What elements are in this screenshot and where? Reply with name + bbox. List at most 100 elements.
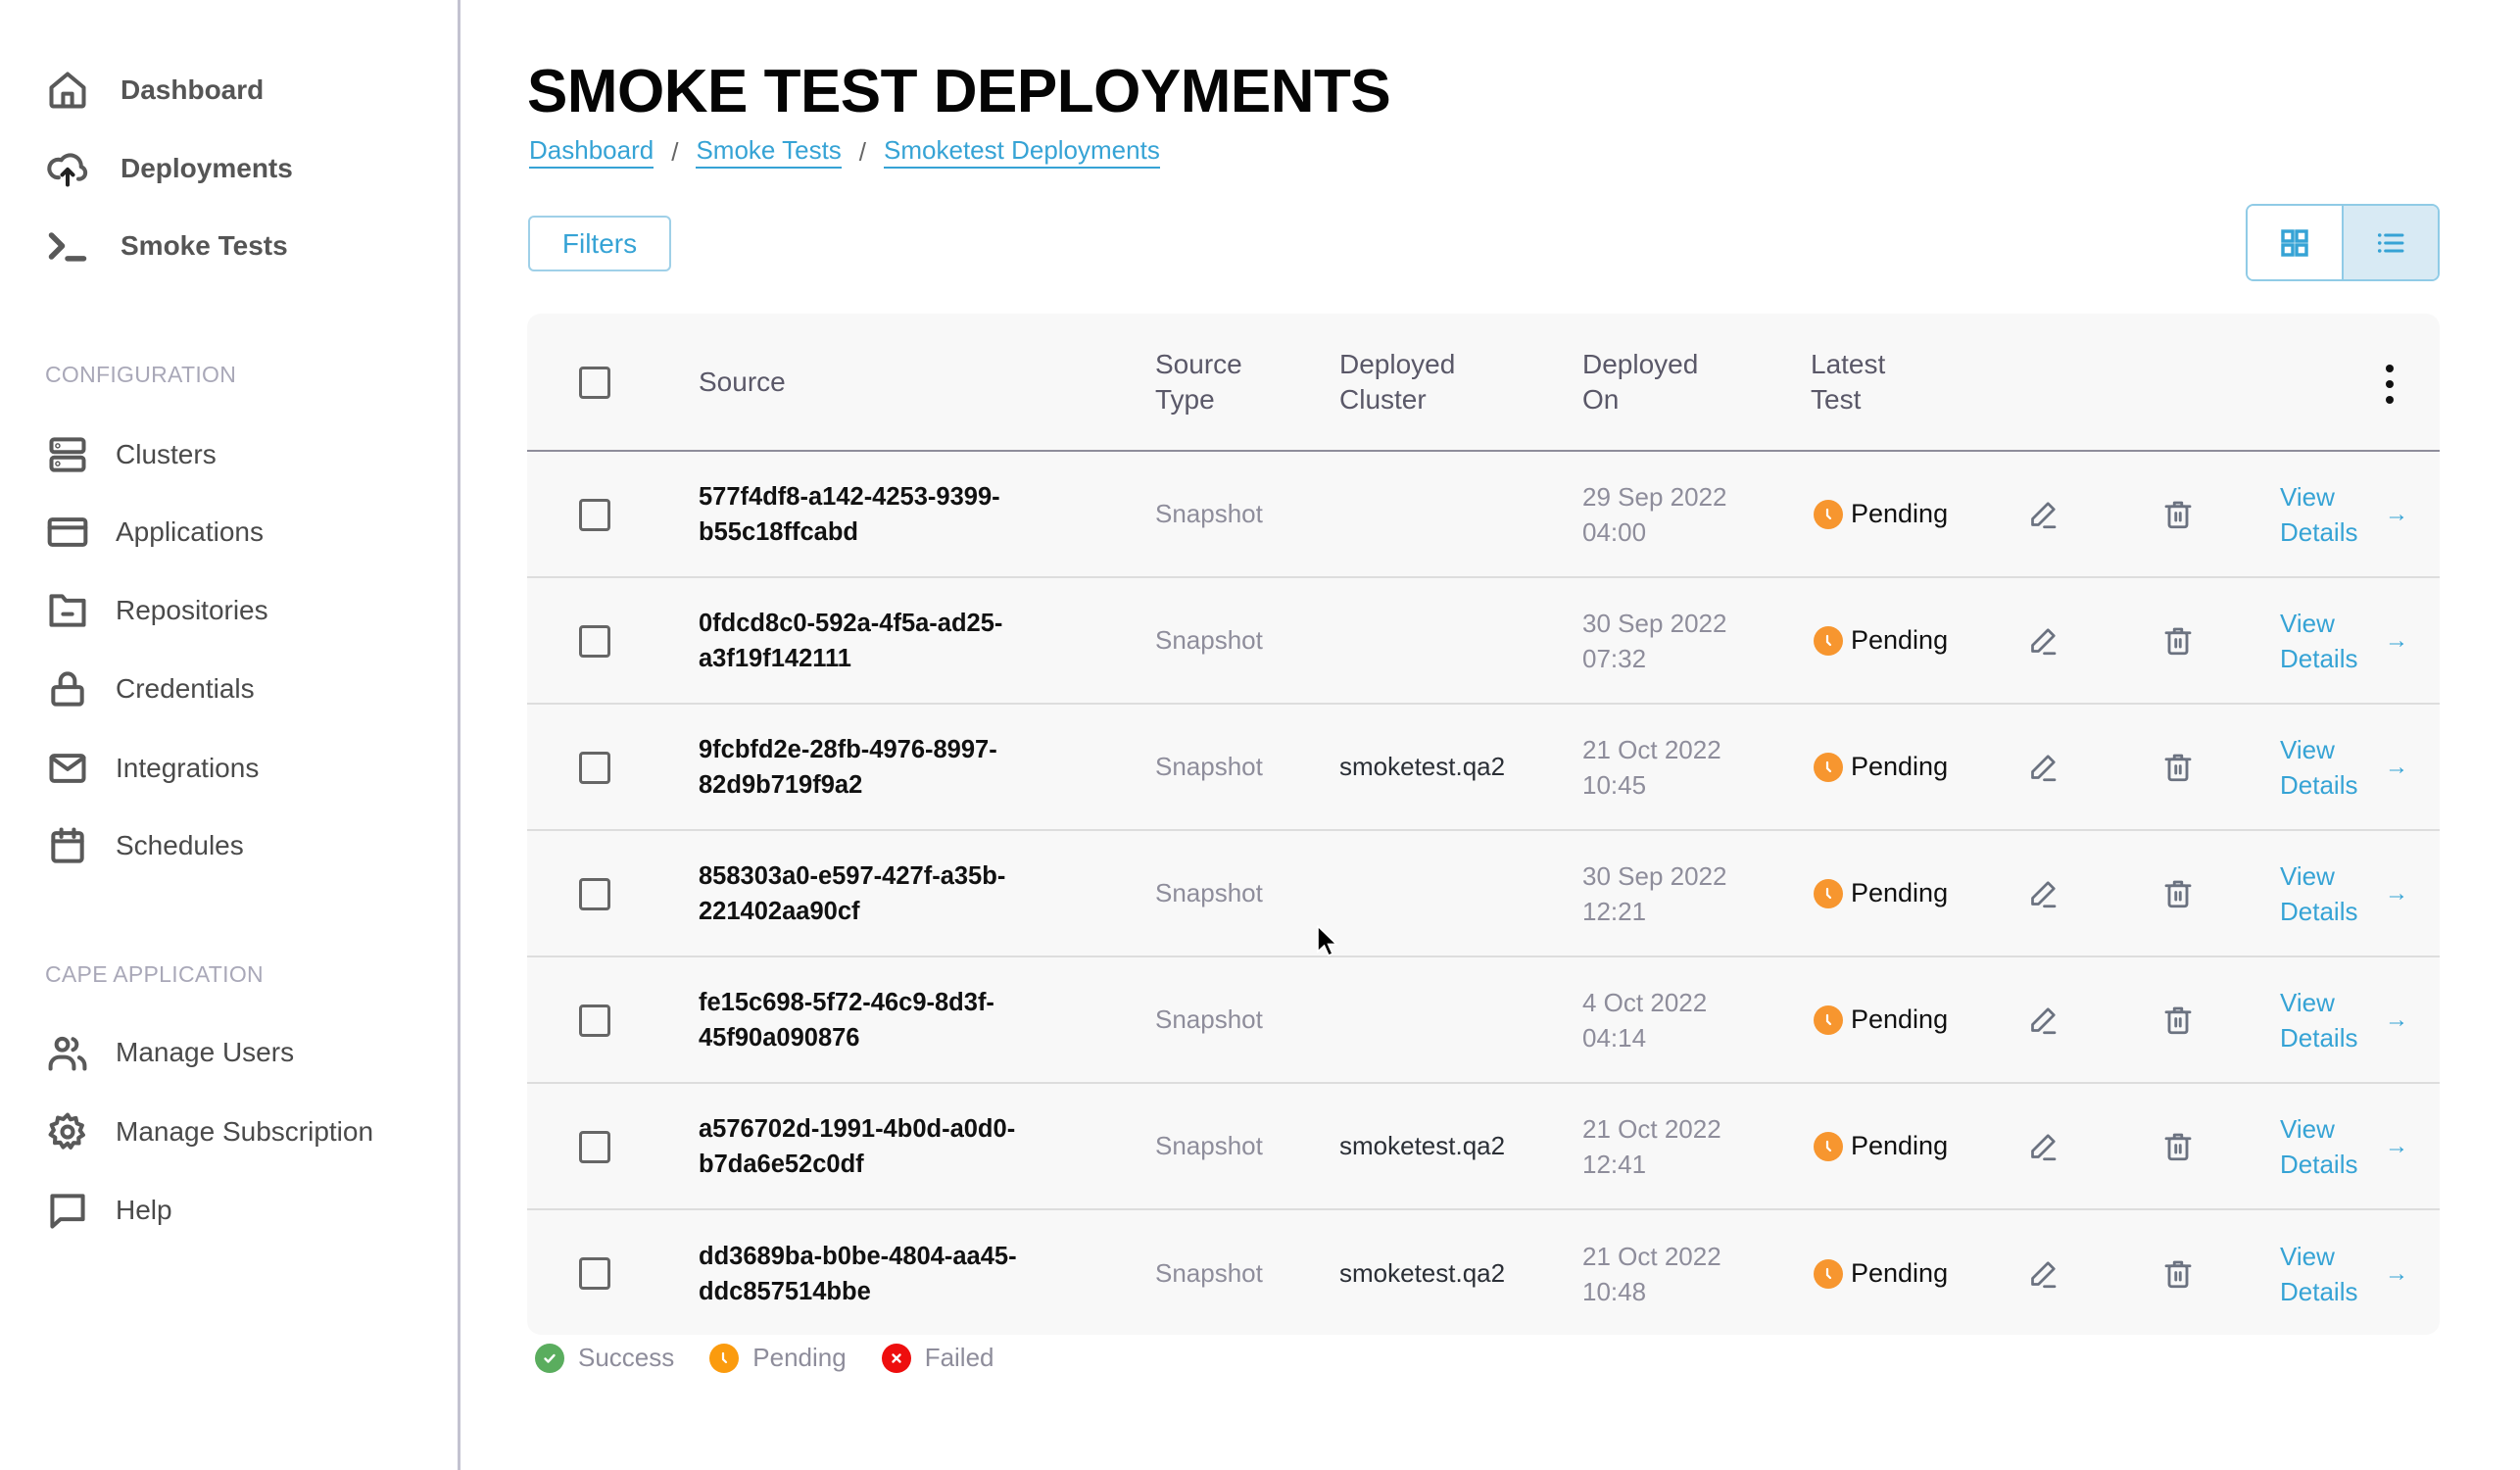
pencil-icon [2031,880,2057,907]
sidebar-item-help[interactable]: Help [45,1183,172,1238]
row-checkbox[interactable] [579,752,610,784]
view-details-line: View [2280,481,2335,512]
mouse-cursor-icon [1317,925,1338,957]
arrow-right-icon[interactable]: → [2385,1084,2408,1208]
sidebar-item-clusters[interactable]: Clusters [45,427,217,482]
delete-button[interactable] [2157,452,2199,576]
edit-button[interactable] [2022,452,2063,576]
row-checkbox[interactable] [579,1004,610,1037]
edit-button[interactable] [2022,957,2063,1082]
arrow-right-icon[interactable]: → [2385,578,2408,703]
source-id-line: 221402aa90cf [699,897,860,925]
view-details-link[interactable]: View Details [2280,831,2357,956]
source-id[interactable]: 858303a0-e597-427f-a35b- 221402aa90cf [699,831,1090,956]
delete-button[interactable] [2157,705,2199,829]
source-id[interactable]: 577f4df8-a142-4253-9399- b55c18ffcabd [699,452,1090,576]
delete-button[interactable] [2157,1210,2199,1337]
sidebar-item-manage-users[interactable]: Manage Users [45,1025,294,1080]
row-checkbox[interactable] [579,878,610,910]
trash-icon [2164,501,2192,528]
delete-button[interactable] [2157,831,2199,956]
view-details-link[interactable]: View Details [2280,578,2357,703]
delete-button[interactable] [2157,957,2199,1082]
source-id[interactable]: a576702d-1991-4b0d-a0d0- b7da6e52c0df [699,1084,1090,1208]
clock-icon [1814,878,1843,908]
row-checkbox[interactable] [579,625,610,658]
deployed-date: 4 Oct 2022 [1582,987,1708,1017]
folder-minus-icon [45,588,90,633]
status-label: Pending [1851,625,1949,655]
sidebar-item-schedules[interactable]: Schedules [45,818,244,873]
source-id-line: b55c18ffcabd [699,517,858,546]
source-id-line: 82d9b719f9a2 [699,770,863,799]
source-type: Snapshot [1155,1004,1263,1034]
delete-button[interactable] [2157,1084,2199,1208]
trash-icon [2164,880,2192,907]
view-details-link[interactable]: View Details [2280,452,2357,576]
arrow-right-icon[interactable]: → [2385,831,2408,956]
column-header-latest-test[interactable]: Latest Test [1811,347,1885,417]
clock-icon [1814,1131,1843,1161]
table-row: 577f4df8-a142-4253-9399- b55c18ffcabd Sna… [527,452,2440,578]
sidebar-item-repositories[interactable]: Repositories [45,583,268,638]
arrow-right-icon[interactable]: → [2385,1210,2408,1337]
deployed-cluster: smoketest.qa2 [1339,752,1506,781]
section-title-cape-application: CAPE APPLICATION [45,961,264,987]
source-id[interactable]: dd3689ba-b0be-4804-aa45- ddc857514bbe [699,1210,1090,1337]
pencil-icon [2031,501,2057,528]
source-id[interactable]: 9fcbfd2e-28fb-4976-8997- 82d9b719f9a2 [699,705,1090,829]
deployed-time: 10:45 [1582,769,1647,800]
sidebar-item-applications[interactable]: Applications [45,505,264,560]
edit-button[interactable] [2022,578,2063,703]
source-id-line: 9fcbfd2e-28fb-4976-8997- [699,735,997,763]
source-id-line: a3f19f142111 [699,644,851,672]
column-header-source-type[interactable]: Source Type [1155,347,1242,417]
grid-view-button[interactable] [2248,206,2342,279]
view-details-link[interactable]: View Details [2280,1084,2357,1208]
edit-button[interactable] [2022,1210,2063,1337]
breadcrumb-smoketest-deployments[interactable]: Smoketest Deployments [884,135,1160,169]
arrow-right-icon[interactable]: → [2385,452,2408,576]
source-id[interactable]: 0fdcd8c0-592a-4f5a-ad25- a3f19f142111 [699,578,1090,703]
sidebar-item-dashboard[interactable]: Dashboard [45,63,264,118]
sidebar-item-label: Integrations [116,753,260,783]
deployed-cluster: smoketest.qa2 [1339,1258,1506,1288]
credit-card-icon [45,510,90,555]
column-header-deployed-cluster[interactable]: Deployed Cluster [1339,347,1455,417]
view-details-link[interactable]: View Details [2280,1210,2357,1337]
edit-button[interactable] [2022,1084,2063,1208]
more-options-icon[interactable] [2378,365,2401,404]
breadcrumb-dashboard[interactable]: Dashboard [529,135,654,169]
arrow-right-icon[interactable]: → [2385,705,2408,829]
view-details-line: Details [2280,516,2358,547]
edit-button[interactable] [2022,705,2063,829]
sidebar-item-deployments[interactable]: Deployments [45,141,293,196]
column-header-source[interactable]: Source [699,365,786,400]
delete-button[interactable] [2157,578,2199,703]
sidebar-item-smoke-tests[interactable]: Smoke Tests [45,219,288,273]
row-checkbox[interactable] [579,499,610,531]
sidebar-item-integrations[interactable]: Integrations [45,741,259,796]
sidebar-item-label: Schedules [116,830,244,860]
select-all-checkbox[interactable] [579,367,610,399]
breadcrumb-smoke-tests[interactable]: Smoke Tests [696,135,842,169]
column-header-deployed-on[interactable]: Deployed On [1582,347,1698,417]
row-checkbox[interactable] [579,1131,610,1163]
sidebar-item-manage-subscription[interactable]: Manage Subscription [45,1104,373,1159]
source-type: Snapshot [1155,1131,1263,1160]
header-line: Type [1155,384,1215,415]
view-details-link[interactable]: View Details [2280,705,2357,829]
source-id[interactable]: fe15c698-5f72-46c9-8d3f- 45f90a090876 [699,957,1090,1082]
arrow-right-icon[interactable]: → [2385,957,2408,1082]
sidebar-item-label: Manage Users [116,1037,295,1067]
deployed-cluster: smoketest.qa2 [1339,1131,1506,1160]
view-details-link[interactable]: View Details [2280,957,2357,1082]
edit-button[interactable] [2022,831,2063,956]
row-checkbox[interactable] [579,1257,610,1290]
clock-icon [1814,1004,1843,1035]
list-view-button[interactable] [2342,206,2438,279]
sidebar-item-credentials[interactable]: Credentials [45,662,255,716]
filters-button[interactable]: Filters [528,216,671,271]
table-row: 858303a0-e597-427f-a35b- 221402aa90cf Sna… [527,831,2440,957]
sidebar-item-label: Smoke Tests [121,230,288,261]
